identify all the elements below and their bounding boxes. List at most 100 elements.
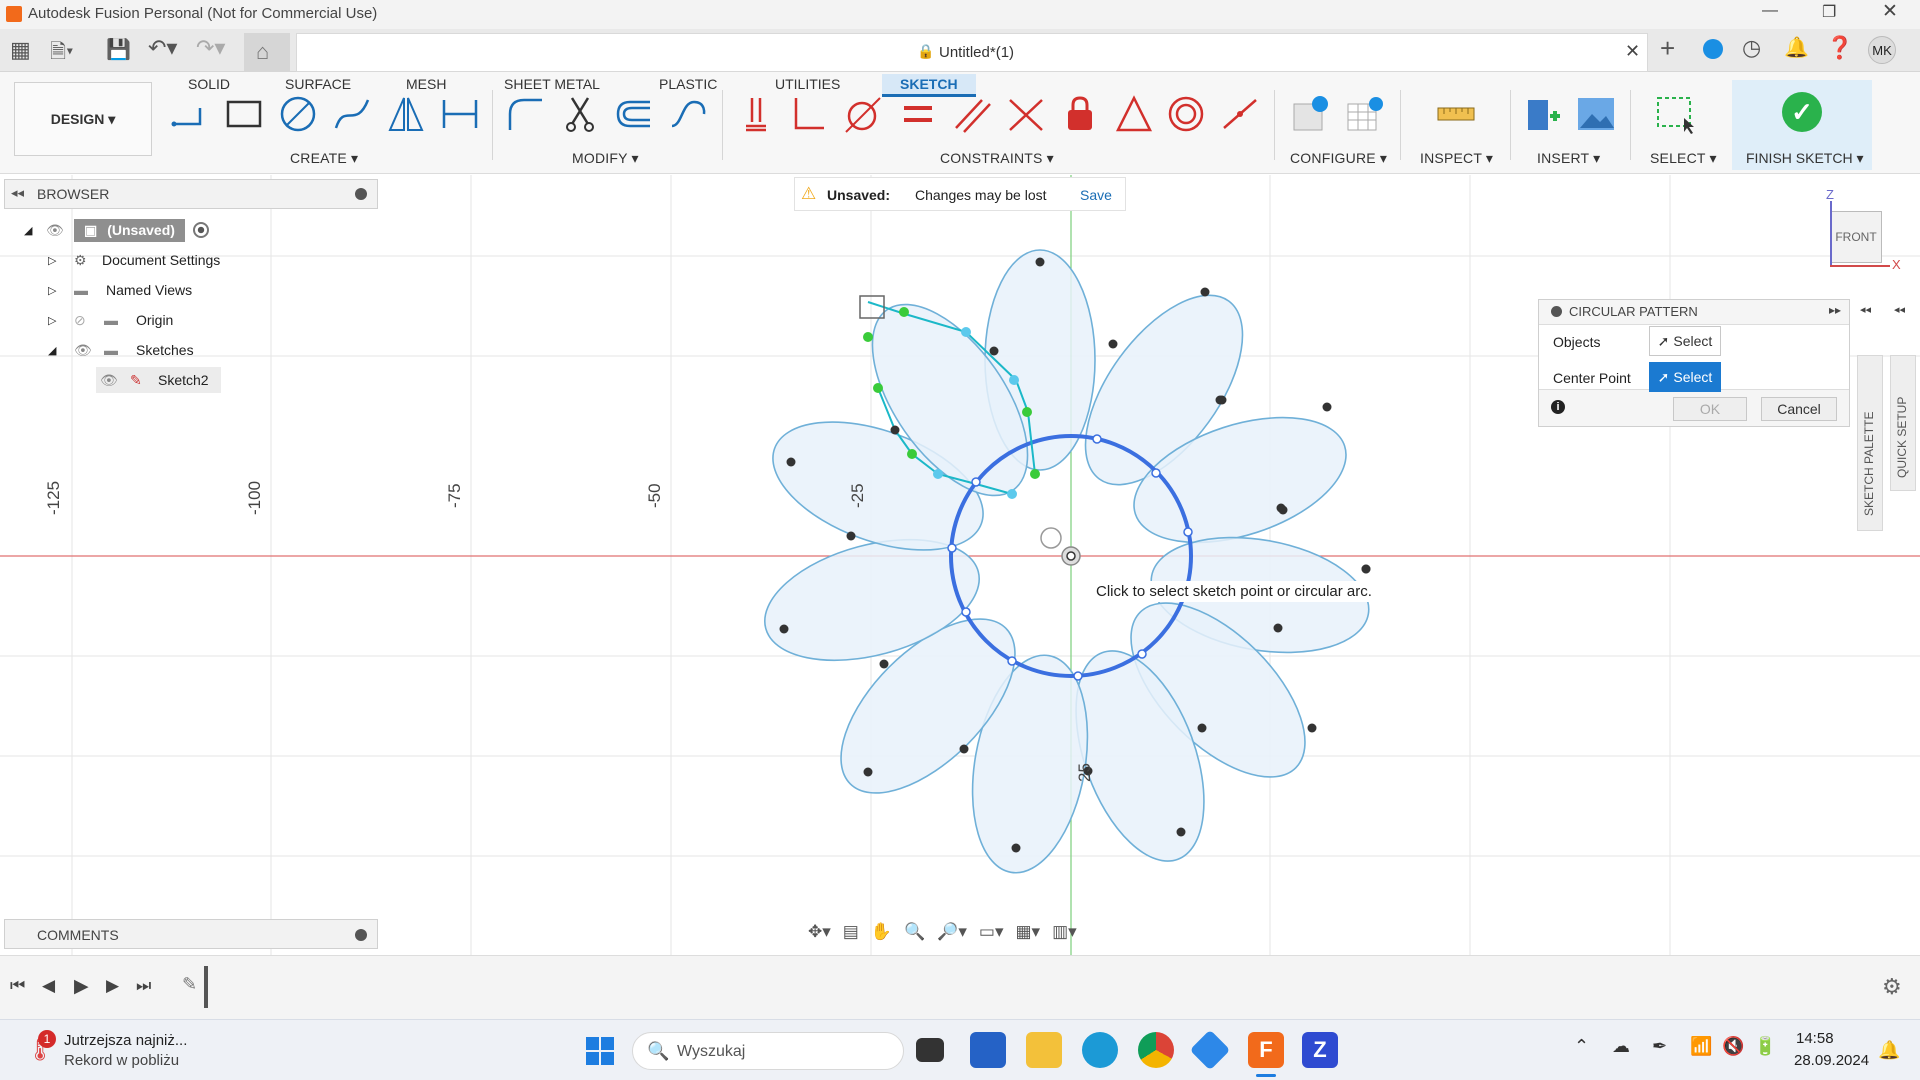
start-button[interactable]	[586, 1037, 614, 1065]
sketch-viewport[interactable]	[0, 175, 1920, 955]
zoom-window-icon[interactable]: 🔎▾	[937, 922, 967, 942]
browser-item-named-views[interactable]: ▷ ▬ Named Views	[48, 277, 192, 303]
undo-icon[interactable]: ↶▾	[148, 35, 177, 61]
objects-select-button[interactable]: ➚ Select	[1649, 326, 1721, 356]
zoom-app-icon[interactable]: Z	[1302, 1032, 1338, 1068]
user-avatar[interactable]: MK	[1868, 36, 1896, 64]
collapse-triangle-icon[interactable]: ◢	[48, 344, 74, 357]
browser-item-origin[interactable]: ▷ ⊘ ▬ Origin	[48, 307, 173, 333]
mirror-tool-icon[interactable]	[386, 94, 426, 134]
circle-tool-icon[interactable]	[278, 94, 318, 134]
look-at-icon[interactable]: ▤	[843, 922, 859, 942]
fillet-tool-icon[interactable]	[506, 94, 546, 134]
visibility-eye-icon[interactable]: 👁	[74, 342, 104, 359]
browser-root-row[interactable]: ◢ 👁 ▣ (Unsaved)	[24, 217, 209, 243]
file-explorer-icon[interactable]	[1026, 1032, 1062, 1068]
fix-constraint-icon[interactable]	[1060, 94, 1100, 134]
collinear-constraint-icon[interactable]	[1220, 94, 1260, 134]
visibility-eye-icon[interactable]: 👁	[100, 372, 130, 389]
taskbar-search[interactable]: 🔍 Wyszukaj	[632, 1032, 904, 1070]
trim-tool-icon[interactable]	[560, 94, 600, 134]
cancel-button[interactable]: Cancel	[1761, 397, 1837, 421]
notifications-icon[interactable]: 🔔	[1784, 35, 1809, 60]
tab-mesh[interactable]: MESH	[400, 74, 452, 94]
document-tab[interactable]: 🔒 Untitled*(1) ✕	[296, 33, 1648, 72]
group-create[interactable]: CREATE ▾	[290, 150, 358, 167]
tangent-constraint-icon[interactable]	[842, 94, 882, 134]
comments-panel[interactable]: COMMENTS	[4, 919, 378, 949]
timeline-sketch-icon[interactable]: ✎	[182, 974, 197, 995]
curve-tool-icon[interactable]	[668, 94, 708, 134]
clock-date[interactable]: 28.09.2024	[1794, 1052, 1869, 1069]
play-icon[interactable]: ▶	[74, 975, 89, 998]
line-tool-icon[interactable]	[170, 94, 210, 134]
display-settings-icon[interactable]: ▭▾	[979, 922, 1004, 942]
restore-icon[interactable]: ❐	[1822, 2, 1836, 22]
close-window-icon[interactable]: ✕	[1882, 0, 1898, 23]
home-button[interactable]: ⌂	[244, 33, 290, 72]
collapse-panel-icon[interactable]: ◂◂	[11, 185, 24, 201]
save-icon[interactable]: 💾	[106, 37, 131, 62]
group-modify[interactable]: MODIFY ▾	[572, 150, 639, 167]
expand-triangle-icon[interactable]: ▷	[48, 284, 74, 297]
configure-icon[interactable]	[1290, 94, 1330, 134]
parallel-constraint-icon[interactable]	[952, 94, 992, 134]
perpendicular-constraint-icon[interactable]	[788, 94, 828, 134]
workspace-switcher[interactable]: DESIGN ▾	[14, 82, 152, 156]
expand-dialog-icon[interactable]: ▸▸	[1829, 303, 1841, 317]
go-to-end-icon[interactable]: ⏭	[136, 976, 151, 996]
grid-settings-icon[interactable]: ▦▾	[1016, 922, 1041, 942]
fusion-taskbar-icon[interactable]: F	[1248, 1032, 1284, 1068]
collapse-triangle-icon[interactable]: ◢	[24, 224, 46, 237]
visibility-eye-icon[interactable]: 👁	[46, 222, 74, 239]
store-icon[interactable]	[970, 1032, 1006, 1068]
configuration-table-icon[interactable]	[1344, 94, 1384, 134]
new-tab-icon[interactable]: +	[1660, 33, 1675, 64]
select-window-icon[interactable]	[1656, 94, 1696, 134]
clock-time[interactable]: 14:58	[1796, 1030, 1834, 1047]
app-grid-icon[interactable]: ▦	[10, 37, 31, 63]
view-cube[interactable]: FRONT	[1830, 211, 1882, 263]
hidden-eye-icon[interactable]: ⊘	[74, 312, 104, 329]
volume-muted-icon[interactable]: 🔇	[1722, 1036, 1744, 1057]
equal-constraint-icon[interactable]	[898, 94, 938, 134]
tab-sheet-metal[interactable]: SHEET METAL	[498, 74, 606, 94]
concentric-constraint-icon[interactable]	[1166, 94, 1206, 134]
close-tab-icon[interactable]: ✕	[1625, 41, 1640, 62]
measure-icon[interactable]	[1436, 94, 1476, 134]
file-menu-icon[interactable]: 🗎▾	[50, 37, 73, 71]
browser-item-sketch2[interactable]: 👁 ✎ Sketch2	[96, 367, 221, 393]
info-icon[interactable]: i	[1551, 400, 1565, 414]
timeline-settings-icon[interactable]: ⚙	[1882, 974, 1902, 1000]
pan-icon[interactable]: ✋	[871, 922, 892, 942]
redo-icon[interactable]: ↷▾	[196, 35, 225, 61]
center-point-select-button[interactable]: ➚ Select	[1649, 362, 1721, 392]
step-back-icon[interactable]: ◀	[42, 976, 55, 996]
tab-surface[interactable]: SURFACE	[279, 74, 357, 94]
quick-setup-tab[interactable]: QUICK SETUP	[1890, 355, 1916, 491]
tab-utilities[interactable]: UTILITIES	[769, 74, 846, 94]
coincident-constraint-icon[interactable]	[736, 94, 776, 134]
activate-radio-icon[interactable]	[192, 222, 209, 238]
app-icon[interactable]	[1189, 1029, 1231, 1071]
expand-triangle-icon[interactable]: ▷	[48, 314, 74, 327]
rectangle-tool-icon[interactable]	[224, 94, 264, 134]
group-select[interactable]: SELECT ▾	[1650, 150, 1717, 167]
add-comment-icon[interactable]	[355, 929, 367, 941]
midpoint-constraint-icon[interactable]	[1006, 94, 1046, 134]
quick-setup-collapse-icon[interactable]: ◂◂	[1894, 303, 1905, 316]
tab-solid[interactable]: SOLID	[182, 74, 236, 94]
show-hidden-icons[interactable]: ⌃	[1574, 1036, 1589, 1057]
sketch-palette-collapse-icon[interactable]: ◂◂	[1860, 303, 1871, 316]
group-insert[interactable]: INSERT ▾	[1537, 150, 1600, 167]
edge-icon[interactable]	[1082, 1032, 1118, 1068]
onedrive-icon[interactable]: ☁	[1612, 1036, 1630, 1057]
browser-item-document-settings[interactable]: ▷ ⚙ Document Settings	[48, 247, 220, 273]
design-canvas[interactable]: -125 -100 -75 -50 -25 25 ⚠ Unsaved: Chan…	[0, 175, 1920, 955]
insert-canvas-icon[interactable]	[1576, 94, 1616, 134]
sketch-palette-tab[interactable]: SKETCH PALETTE	[1857, 355, 1883, 531]
go-to-start-icon[interactable]: ⏮	[10, 976, 25, 996]
wifi-icon[interactable]: 📶	[1690, 1036, 1712, 1057]
group-configure[interactable]: CONFIGURE ▾	[1290, 150, 1387, 167]
browser-minimize-icon[interactable]	[355, 188, 367, 200]
